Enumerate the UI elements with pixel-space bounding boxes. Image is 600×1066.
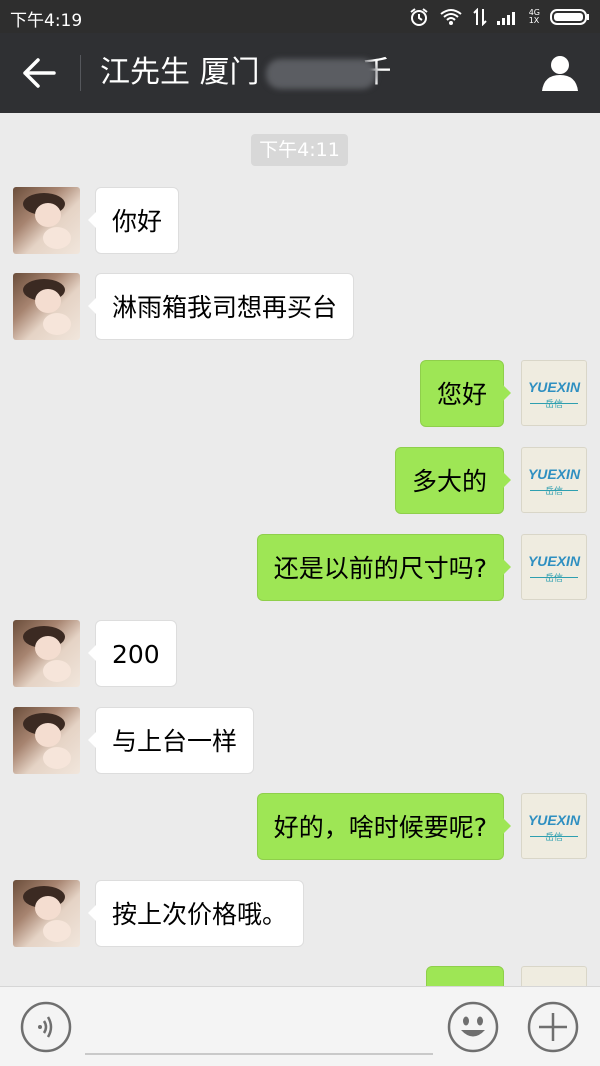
company-logo-text: YUEXIN [527, 812, 581, 828]
status-bar: 下午4:19 4G 1X [0, 0, 600, 33]
contact-avatar[interactable] [13, 880, 80, 947]
message-input[interactable] [85, 1053, 433, 1055]
chat-header: 江先生 厦门千 [0, 33, 600, 113]
my-avatar[interactable]: YUEXIN 岳信 [521, 534, 587, 600]
contact-avatar[interactable] [13, 187, 80, 254]
back-arrow-icon[interactable] [22, 57, 56, 89]
contact-avatar[interactable] [13, 707, 80, 774]
status-icons: 4G 1X [409, 6, 590, 28]
my-avatar[interactable]: YUEXIN 岳信 [521, 793, 587, 859]
wifi-icon [440, 9, 462, 25]
profile-icon[interactable] [540, 53, 580, 93]
data-transfer-icon [472, 8, 487, 26]
more-options-icon[interactable] [527, 1001, 579, 1053]
alarm-icon [410, 8, 428, 26]
company-logo-sub: 岳信 [544, 487, 563, 497]
network-type-label: 4G 1X [528, 8, 540, 25]
company-logo-sub: 岳信 [544, 833, 563, 843]
my-avatar[interactable]: YUEXIN 岳信 [521, 360, 587, 426]
header-divider [80, 55, 81, 91]
message-bubble-incoming[interactable]: 与上台一样 [87, 707, 255, 774]
message-bubble-incoming[interactable]: 按上次价格哦。 [87, 880, 305, 947]
message-timestamp: 下午4:11 [251, 134, 348, 166]
redacted-blur [265, 58, 376, 89]
message-bubble-outgoing[interactable] [426, 966, 504, 986]
company-logo-sub: 岳信 [544, 400, 563, 410]
message-bubble-incoming[interactable]: 200 [88, 620, 177, 687]
contact-avatar[interactable] [13, 273, 80, 340]
emoji-icon[interactable] [447, 1001, 499, 1053]
message-bubble-outgoing[interactable]: 好的，啥时候要呢? [256, 793, 512, 860]
battery-icon [550, 9, 589, 25]
my-avatar[interactable]: YUEXIN [521, 966, 587, 986]
contact-name: 江先生 厦门 [100, 55, 260, 90]
contact-avatar[interactable] [13, 620, 80, 687]
voice-input-icon[interactable] [20, 1001, 72, 1053]
input-bar [0, 986, 600, 1066]
message-bubble-incoming[interactable]: 淋雨箱我司想再买台 [87, 273, 355, 340]
my-avatar[interactable]: YUEXIN 岳信 [521, 447, 587, 513]
chat-title: 江先生 厦门千 [100, 53, 392, 93]
company-logo-sub: 岳信 [544, 574, 563, 584]
message-bubble-incoming[interactable]: 你好 [87, 187, 180, 254]
status-time: 下午4:19 [10, 11, 83, 31]
company-logo-text: YUEXIN [527, 553, 581, 569]
company-logo-text: YUEXIN [527, 466, 581, 482]
message-bubble-outgoing[interactable]: 您好 [419, 360, 512, 427]
message-bubble-outgoing[interactable]: 还是以前的尺寸吗? [256, 534, 512, 601]
signal-icon [496, 12, 515, 25]
message-bubble-outgoing[interactable]: 多大的 [394, 447, 512, 514]
company-logo-text: YUEXIN [527, 379, 581, 395]
message-list[interactable]: 下午4:11 你好 淋雨箱我司想再买台 您好 YUEXIN 岳信 多大的 YUE… [0, 113, 600, 986]
